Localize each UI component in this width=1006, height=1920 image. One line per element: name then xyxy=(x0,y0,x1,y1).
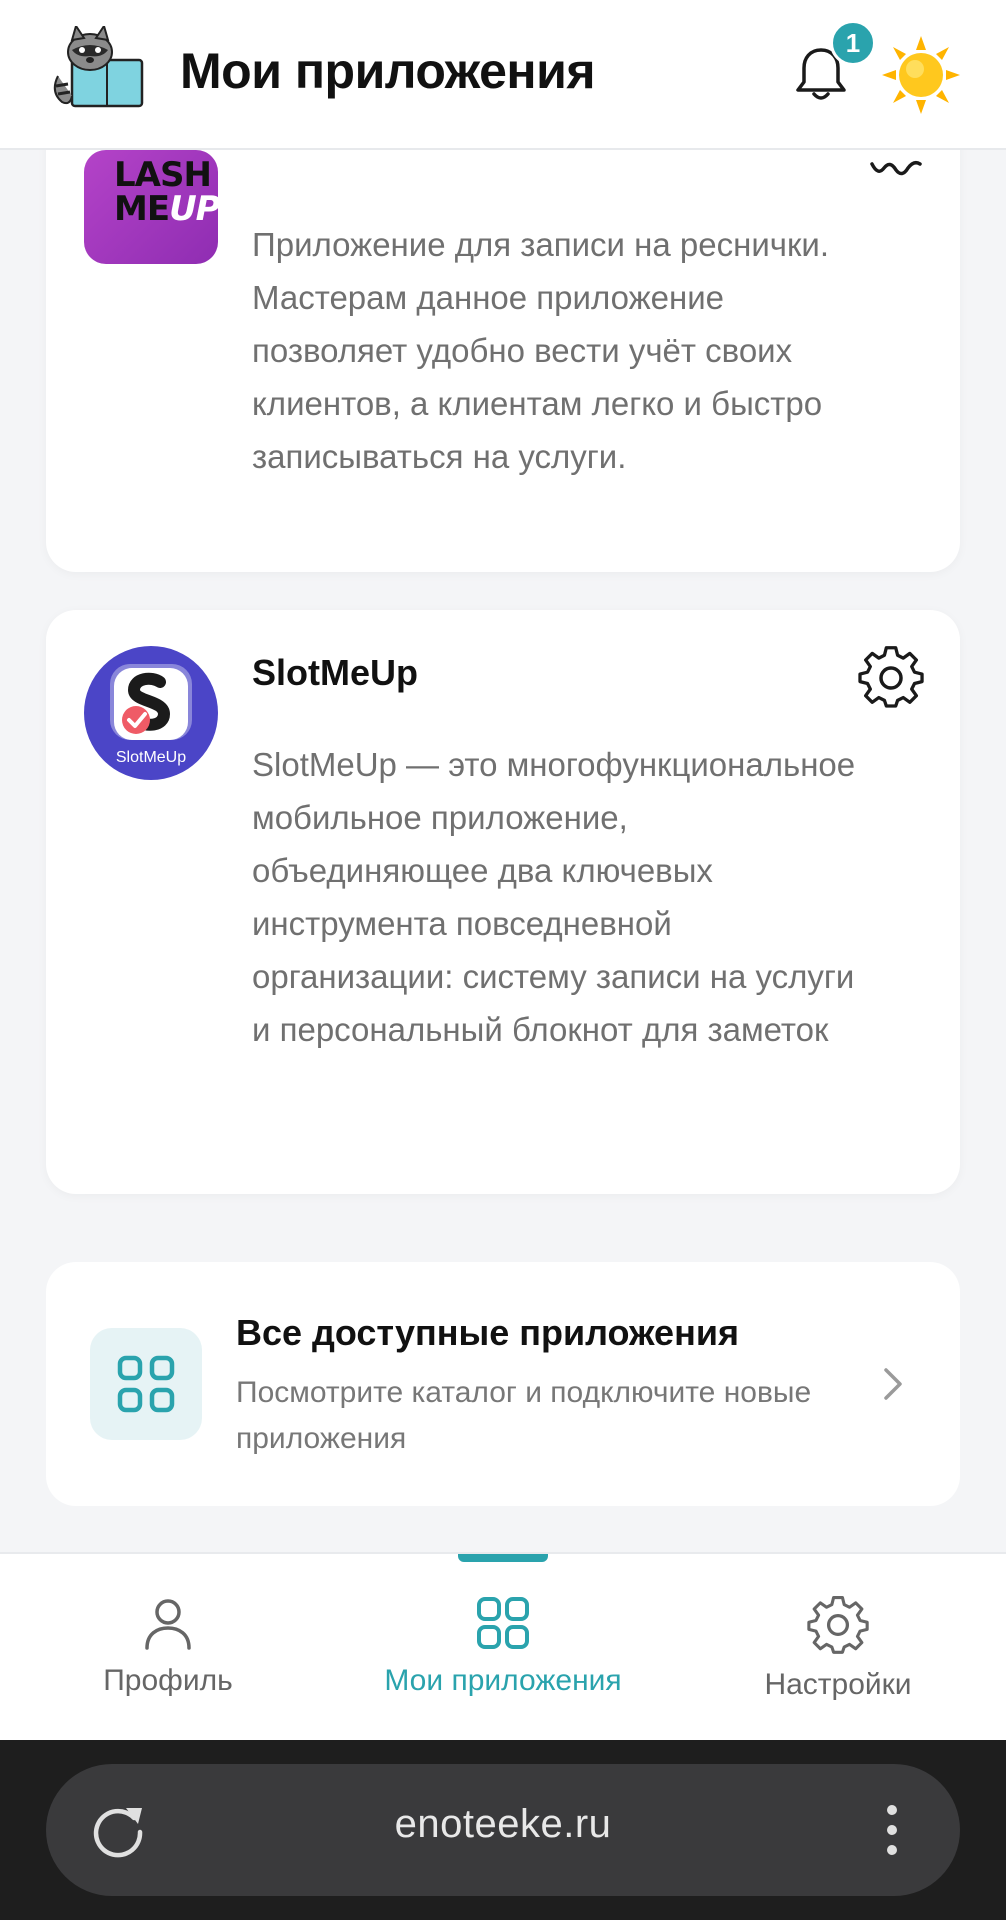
nav-tab-profile[interactable]: Профиль xyxy=(8,1594,328,1724)
grid-icon xyxy=(477,1597,529,1649)
slotmeup-logo-icon: SlotMeUp xyxy=(110,664,192,766)
all-apps-card[interactable]: Все доступные приложения Посмотрите ката… xyxy=(46,1262,960,1506)
gear-icon[interactable] xyxy=(858,646,924,712)
gear-icon xyxy=(807,1595,869,1654)
bottom-navigation: Профиль Мои приложения Настройки xyxy=(0,1552,1006,1740)
grid-icon-container xyxy=(90,1328,202,1440)
url-text: enoteeke.ru xyxy=(394,1802,612,1846)
kebab-menu-icon[interactable] xyxy=(882,1800,902,1860)
all-apps-subtitle: Посмотрите каталог и подключите новые пр… xyxy=(236,1376,812,1455)
gear-icon[interactable] xyxy=(866,160,926,186)
chevron-right-icon xyxy=(884,1368,902,1400)
grid-icon xyxy=(117,1355,175,1413)
nav-label-settings: Настройки xyxy=(764,1668,912,1701)
person-icon xyxy=(145,1599,191,1650)
nav-label-my-apps: Мои приложения xyxy=(384,1664,622,1697)
app-card-slotmeup[interactable]: SlotMeUp SlotMeUp SlotMeUp — это многофу… xyxy=(46,610,960,1194)
nav-tab-my-apps[interactable]: Мои приложения xyxy=(343,1594,663,1724)
app-card-lashmeup[interactable]: LASH MEUP Приложение для записи на ресни… xyxy=(46,100,960,572)
slotmeup-name: SlotMeUp xyxy=(252,652,418,693)
raccoon-logo[interactable] xyxy=(50,26,146,110)
all-apps-title: Все доступные приложения xyxy=(236,1312,739,1353)
page-title: Мои приложения xyxy=(180,43,596,99)
slotmeup-description: SlotMeUp — это многофункциональное мобил… xyxy=(252,746,856,1048)
lashmeup-app-icon: LASH MEUP xyxy=(84,150,218,264)
notification-badge: 1 xyxy=(830,20,876,66)
slotmeup-app-icon: SlotMeUp xyxy=(84,646,218,780)
lashmeup-description: Приложение для записи на реснички. Масте… xyxy=(252,226,830,475)
browser-toolbar: enoteeke.ru xyxy=(0,1740,1006,1920)
nav-label-profile: Профиль xyxy=(103,1664,233,1697)
app-header: Мои приложения 1 xyxy=(0,0,1006,150)
lashmeup-icon-text: LASH MEUP xyxy=(114,155,218,229)
sun-theme-icon[interactable] xyxy=(882,36,960,114)
active-tab-indicator xyxy=(458,1554,548,1562)
address-bar[interactable]: enoteeke.ru xyxy=(46,1764,960,1896)
nav-tab-settings[interactable]: Настройки xyxy=(678,1594,998,1724)
svg-text:SlotMeUp: SlotMeUp xyxy=(116,749,186,766)
